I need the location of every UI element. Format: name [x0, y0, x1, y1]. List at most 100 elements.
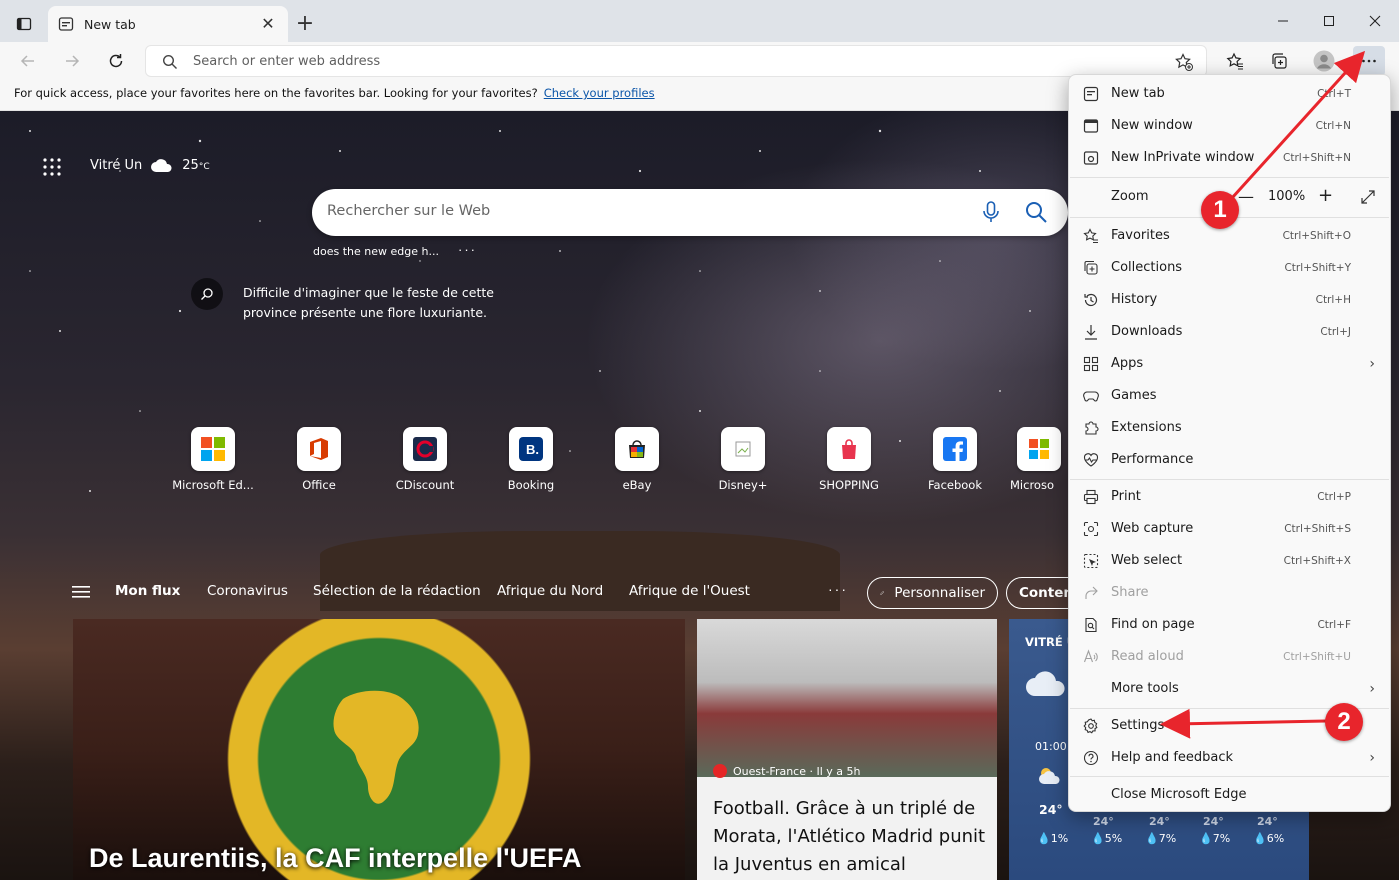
- booking-logo-icon: B.: [519, 437, 543, 461]
- search-fact-button[interactable]: [191, 278, 223, 310]
- settings-and-more-button[interactable]: [1353, 46, 1385, 76]
- cloud-icon: [1026, 671, 1065, 696]
- menu-label: Favorites: [1111, 228, 1170, 243]
- quick-link-microsoft[interactable]: Microsoft Ed...: [160, 427, 266, 492]
- new-tab-button[interactable]: +: [292, 12, 318, 38]
- zoom-level: 100%: [1268, 189, 1306, 204]
- news-card-football[interactable]: Ouest-France · Il y a 5h Football. Grâce…: [697, 619, 997, 880]
- menu-item-web-select[interactable]: Web select Ctrl+Shift+X: [1070, 545, 1389, 577]
- menu-label: Apps: [1111, 356, 1144, 371]
- cdiscount-logo-icon: [413, 437, 437, 461]
- back-button[interactable]: [12, 46, 44, 76]
- forward-button[interactable]: [56, 46, 88, 76]
- history-icon: [1084, 293, 1098, 307]
- fullscreen-icon[interactable]: [1360, 189, 1376, 205]
- menu-item-new-tab[interactable]: New tab Ctrl+T: [1070, 78, 1389, 110]
- quick-link-label: Booking: [507, 478, 555, 492]
- address-bar[interactable]: Search or enter web address: [145, 45, 1207, 77]
- feed-tab-coronavirus[interactable]: Coronavirus: [207, 583, 288, 599]
- quick-link-ebay[interactable]: eBay: [584, 427, 690, 492]
- maximize-button[interactable]: [1306, 0, 1352, 42]
- menu-item-apps[interactable]: Apps ›: [1070, 348, 1389, 380]
- hourly-temp: 24°: [1093, 815, 1114, 828]
- tab-new-tab[interactable]: New tab ✕: [48, 6, 288, 42]
- weather-hour-temp: 24°: [1039, 802, 1063, 817]
- hourly-temp: 24°: [1149, 815, 1170, 828]
- title-bar: New tab ✕ +: [0, 0, 1399, 42]
- menu-label: Find on page: [1111, 617, 1195, 632]
- feed-tab-afrique-nord[interactable]: Afrique du Nord: [497, 583, 603, 599]
- menu-item-more-tools[interactable]: More tools ›: [1070, 673, 1389, 705]
- caf-logo-image: [333, 690, 419, 804]
- collections-button[interactable]: [1263, 46, 1295, 76]
- search-icon[interactable]: [1024, 200, 1048, 224]
- partly-cloudy-icon: [1039, 768, 1060, 784]
- quick-link-label: eBay: [622, 478, 652, 492]
- precipitation-value: 7%: [1212, 832, 1231, 845]
- menu-item-new-window[interactable]: New window Ctrl+N: [1070, 110, 1389, 142]
- minimize-button[interactable]: [1260, 0, 1306, 42]
- menu-item-read-aloud[interactable]: Read aloud Ctrl+Shift+U: [1070, 641, 1389, 673]
- hourly-temp: 24°: [1203, 815, 1224, 828]
- app-launcher-icon[interactable]: [42, 157, 62, 177]
- microphone-icon[interactable]: [982, 201, 1000, 223]
- inprivate-icon: [1083, 151, 1099, 165]
- quick-link-cdiscount[interactable]: CDiscount: [372, 427, 478, 492]
- refresh-button[interactable]: [100, 46, 132, 76]
- menu-item-new-inprivate[interactable]: New InPrivate window Ctrl+Shift+N: [1070, 142, 1389, 174]
- ouest-france-logo-icon: [713, 764, 727, 778]
- background-fact[interactable]: Difficile d'imaginer que le feste de cet…: [243, 283, 543, 323]
- forward-arrow-icon: [66, 55, 80, 67]
- quick-link-office[interactable]: Office: [266, 427, 372, 492]
- quick-link-disney[interactable]: Disney+: [690, 427, 796, 492]
- feed-tab-afrique-ouest[interactable]: Afrique de l'Ouest: [629, 583, 750, 599]
- zoom-in-button[interactable]: +: [1318, 185, 1333, 206]
- precipitation-value: 1%: [1050, 832, 1069, 845]
- menu-item-close-edge[interactable]: Close Microsoft Edge: [1070, 779, 1389, 811]
- menu-item-print[interactable]: Print Ctrl+P: [1070, 481, 1389, 513]
- search-suggestion[interactable]: does the new edge h...: [313, 245, 439, 258]
- menu-item-find-on-page[interactable]: Find on page Ctrl+F: [1070, 609, 1389, 641]
- menu-item-web-capture[interactable]: Web capture Ctrl+Shift+S: [1070, 513, 1389, 545]
- feed-more-icon[interactable]: ···: [828, 581, 848, 597]
- refresh-icon: [109, 54, 123, 68]
- hamburger-menu-icon[interactable]: [72, 585, 90, 599]
- precipitation: 💧6%: [1253, 832, 1285, 845]
- tab-actions-button[interactable]: [8, 9, 40, 39]
- performance-icon: [1083, 453, 1099, 467]
- precipitation: 💧7%: [1199, 832, 1231, 845]
- feed-tab-selection[interactable]: Sélection de la rédaction: [313, 583, 481, 599]
- zoom-out-button[interactable]: —: [1238, 187, 1254, 206]
- back-arrow-icon: [20, 55, 34, 67]
- suggestion-more-icon[interactable]: ···: [458, 242, 477, 257]
- weather-widget[interactable]: Vitré Un 25°C: [90, 157, 210, 173]
- check-profiles-link[interactable]: Check your profiles: [544, 86, 655, 100]
- menu-item-performance[interactable]: Performance: [1070, 444, 1389, 476]
- menu-item-share[interactable]: Share: [1070, 577, 1389, 609]
- apps-icon: [1083, 356, 1099, 372]
- close-tab-icon[interactable]: ✕: [258, 14, 278, 34]
- menu-label: Downloads: [1111, 324, 1183, 339]
- quick-link-label: Facebook: [927, 478, 983, 492]
- menu-separator: [1070, 177, 1389, 178]
- profile-button[interactable]: [1308, 46, 1340, 76]
- menu-item-history[interactable]: History Ctrl+H: [1070, 284, 1389, 316]
- feed-tab-mon-flux[interactable]: Mon flux: [115, 583, 180, 599]
- menu-item-extensions[interactable]: Extensions: [1070, 412, 1389, 444]
- main-news-card[interactable]: De Laurentiis, la CAF interpelle l'UEFA: [73, 619, 685, 880]
- quick-link-facebook[interactable]: Facebook: [902, 427, 1008, 492]
- menu-item-downloads[interactable]: Downloads Ctrl+J: [1070, 316, 1389, 348]
- personalize-button[interactable]: Personnaliser: [867, 577, 998, 609]
- menu-item-games[interactable]: Games: [1070, 380, 1389, 412]
- quick-link-shopping[interactable]: SHOPPING: [796, 427, 902, 492]
- quick-link-booking[interactable]: B. Booking: [478, 427, 584, 492]
- menu-shortcut: Ctrl+Shift+S: [1284, 523, 1351, 535]
- favorites-button[interactable]: [1219, 46, 1251, 76]
- quick-link-microsoft-store[interactable]: Microso: [1008, 427, 1070, 492]
- web-search-box[interactable]: Rechercher sur le Web: [312, 189, 1068, 236]
- menu-item-collections[interactable]: Collections Ctrl+Shift+Y: [1070, 252, 1389, 284]
- menu-item-help-feedback[interactable]: Help and feedback ›: [1070, 742, 1389, 774]
- news-source: Ouest-France · Il y a 5h: [713, 764, 861, 778]
- add-favorite-icon[interactable]: [1174, 52, 1194, 72]
- close-window-button[interactable]: [1352, 0, 1398, 42]
